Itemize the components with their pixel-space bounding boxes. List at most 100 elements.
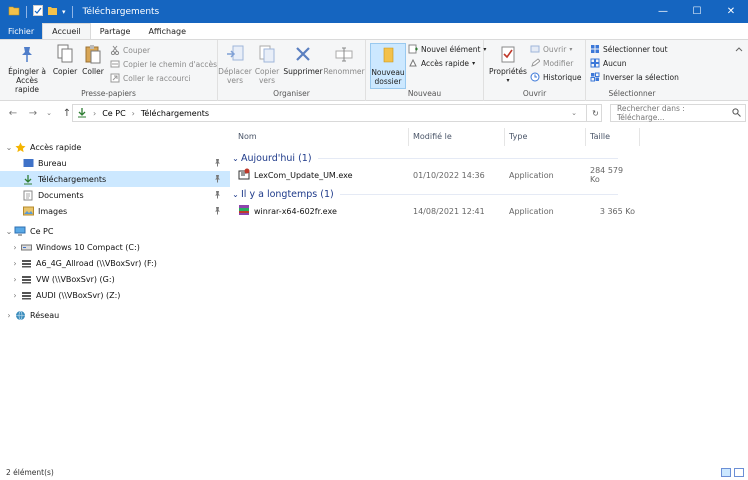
column-header-size[interactable]: Taille (590, 125, 640, 147)
expand-chevron-icon-g[interactable]: › (10, 275, 20, 284)
nav-this-pc[interactable]: ⌄ Ce PC (0, 223, 230, 239)
column-header-type[interactable]: Type (509, 125, 585, 147)
downloads-location-icon (77, 107, 87, 120)
collapse-chevron-icon[interactable]: ⌄ (4, 143, 14, 152)
column-separator[interactable] (408, 128, 409, 146)
tab-partage[interactable]: Partage (91, 23, 140, 39)
table-row[interactable]: LexCom_Update_UM.exe 01/10/2022 14:36 Ap… (230, 166, 748, 184)
breadcrumb-downloads[interactable]: Téléchargements (141, 109, 209, 118)
pin-icon-telechargements[interactable] (213, 174, 222, 183)
pin-quick-access-button[interactable]: Épingler à Accès rapide (4, 43, 50, 94)
delete-button[interactable]: Supprimer (283, 43, 323, 76)
new-folder-button[interactable]: Nouveau dossier (370, 43, 406, 89)
network-drive-icon-2 (20, 273, 32, 285)
group-collapse-chevron-icon[interactable]: ⌄ (230, 154, 241, 163)
nav-drive-c[interactable]: › Windows 10 Compact (C:) (0, 239, 230, 255)
tab-affichage[interactable]: Affichage (139, 23, 195, 39)
refresh-button[interactable]: ↻ (586, 104, 604, 122)
rename-label: Renommer (323, 67, 365, 76)
nav-network[interactable]: › Réseau (0, 307, 230, 323)
column-header-modified[interactable]: Modifié le (413, 125, 505, 147)
pin-icon-documents[interactable] (213, 190, 222, 199)
copy-button[interactable]: Copier (53, 43, 77, 76)
tab-fichier[interactable]: Fichier (0, 23, 43, 39)
open-button[interactable]: Ouvrir ▾ (530, 42, 572, 56)
expand-chevron-icon-c[interactable]: › (10, 243, 20, 252)
properties-button[interactable]: Propriétés ▾ (488, 43, 528, 85)
nav-item-telechargements[interactable]: Téléchargements (0, 171, 230, 187)
paste-button[interactable]: Coller (82, 43, 104, 76)
properties-quick-icon[interactable] (33, 5, 43, 18)
select-none-button[interactable]: Aucun (590, 56, 627, 70)
file-size: 3 365 Ko (599, 206, 635, 216)
group-collapse-chevron-icon-2[interactable]: ⌄ (230, 190, 241, 199)
history-button[interactable]: Historique (530, 70, 581, 84)
folder-window-icon (8, 5, 20, 18)
nav-drive-f-label: A6_4G_Allroad (\\VBoxSvr) (F:) (36, 258, 157, 268)
table-row[interactable]: winrar-x64-602fr.exe 14/08/2021 12:41 Ap… (230, 202, 748, 220)
nav-item-documents[interactable]: Documents (0, 187, 230, 203)
modify-button[interactable]: Modifier (530, 56, 573, 70)
copy-to-button[interactable]: Copier vers (252, 43, 282, 85)
new-folder-quick-icon[interactable] (47, 5, 58, 18)
details-view-button[interactable] (721, 468, 731, 477)
nav-item-images[interactable]: Images (0, 203, 230, 219)
forward-arrow-icon[interactable]: → (26, 108, 40, 119)
column-separator-4[interactable] (639, 128, 640, 146)
new-item-button[interactable]: Nouvel élément ▾ (408, 42, 486, 56)
drive-c-icon (20, 241, 32, 253)
nav-quick-access[interactable]: ⌄ Accès rapide (0, 139, 230, 155)
file-name-cell: winrar-x64-602fr.exe (238, 202, 406, 220)
rename-button[interactable]: Renommer (323, 43, 365, 76)
invert-selection-button[interactable]: Inverser la sélection (590, 70, 679, 84)
breadcrumb-chevron-icon-2[interactable]: › (132, 109, 135, 118)
recent-locations-chevron-icon[interactable]: ⌄ (42, 109, 56, 117)
copy-to-icon (256, 43, 278, 65)
nav-drive-f[interactable]: › A6_4G_Allroad (\\VBoxSvr) (F:) (0, 255, 230, 271)
expand-chevron-icon-f[interactable]: › (10, 259, 20, 268)
address-breadcrumb[interactable]: › Ce PC › Téléchargements ⌄ (72, 104, 602, 122)
group-header-long-ago[interactable]: ⌄ Il y a longtemps (1) (230, 187, 748, 201)
copy-path-button[interactable]: Copier le chemin d'accès (110, 57, 217, 71)
select-none-icon (590, 58, 600, 68)
pin-icon-images[interactable] (213, 206, 222, 215)
close-button[interactable]: ✕ (714, 0, 748, 23)
column-header-name[interactable]: Nom (238, 125, 408, 147)
easy-access-icon (408, 58, 418, 68)
pin-icon-bureau[interactable] (213, 158, 222, 167)
group-divider-2 (339, 193, 618, 195)
collapse-chevron-icon-pc[interactable]: ⌄ (4, 227, 14, 236)
move-to-button[interactable]: Déplacer vers (218, 43, 252, 85)
file-explorer-window: ▾ Téléchargements — ☐ ✕ Fichier Accueil … (0, 0, 748, 480)
customize-chevron-icon[interactable]: ▾ (62, 8, 66, 16)
large-icons-view-button[interactable] (734, 468, 744, 477)
tab-accueil[interactable]: Accueil (42, 23, 91, 39)
cut-button[interactable]: Couper (110, 43, 150, 57)
breadcrumb-this-pc[interactable]: Ce PC (102, 109, 125, 118)
easy-access-button[interactable]: Accès rapide ▾ (408, 56, 475, 70)
column-separator-2[interactable] (504, 128, 505, 146)
item-count: 2 élément(s) (6, 468, 54, 477)
nav-drive-z[interactable]: › AUDI (\\VBoxSvr) (Z:) (0, 287, 230, 303)
invert-selection-icon (590, 72, 600, 82)
expand-chevron-icon-z[interactable]: › (10, 291, 20, 300)
maximize-button[interactable]: ☐ (680, 0, 714, 23)
modify-pencil-icon (530, 58, 540, 68)
pictures-icon (22, 205, 34, 217)
nav-drive-g[interactable]: › VW (\\VBoxSvr) (G:) (0, 271, 230, 287)
invert-selection-label: Inverser la sélection (603, 72, 679, 82)
nav-item-bureau[interactable]: Bureau (0, 155, 230, 171)
new-item-label: Nouvel élément (421, 44, 481, 54)
minimize-button[interactable]: — (646, 0, 680, 23)
select-all-button[interactable]: Sélectionner tout (590, 42, 668, 56)
address-dropdown-icon[interactable]: ⌄ (571, 109, 577, 117)
back-arrow-icon[interactable]: ← (6, 108, 20, 119)
group-header-today[interactable]: ⌄ Aujourd'hui (1) (230, 151, 748, 165)
column-separator-3[interactable] (585, 128, 586, 146)
search-input[interactable]: Rechercher dans : Télécharge... (610, 104, 746, 122)
paste-shortcut-button[interactable]: Coller le raccourci (110, 71, 191, 85)
expand-chevron-icon-network[interactable]: › (4, 311, 14, 320)
collapse-ribbon-icon[interactable] (734, 44, 744, 54)
group-label-selectionner: Sélectionner (608, 89, 656, 98)
breadcrumb-chevron-icon[interactable]: › (93, 109, 96, 118)
